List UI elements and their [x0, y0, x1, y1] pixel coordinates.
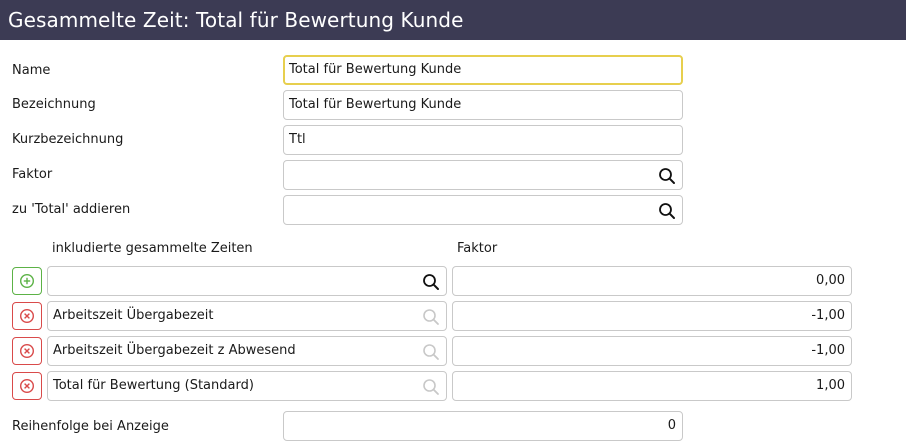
plus-circle-icon	[19, 273, 35, 289]
included-factor-field[interactable]: -1,00	[452, 301, 852, 331]
search-icon[interactable]	[422, 308, 440, 326]
search-icon[interactable]	[658, 202, 676, 220]
name-label: Name	[12, 63, 51, 78]
window-title: Gesammelte Zeit: Total für Bewertung Kun…	[0, 0, 906, 40]
remove-row-button[interactable]	[12, 337, 42, 365]
search-icon[interactable]	[658, 167, 676, 185]
search-icon[interactable]	[422, 343, 440, 361]
remove-row-button[interactable]	[12, 372, 42, 400]
bezeichnung-field[interactable]: Total für Bewertung Kunde	[283, 90, 683, 120]
included-time-value: Total für Bewertung (Standard)	[53, 378, 254, 393]
reihenfolge-label: Reihenfolge bei Anzeige	[12, 419, 169, 434]
x-circle-icon	[19, 343, 35, 359]
bezeichnung-label: Bezeichnung	[12, 97, 96, 112]
included-factor-column-header: Faktor	[457, 241, 498, 256]
x-circle-icon	[19, 378, 35, 394]
reihenfolge-value: 0	[667, 418, 676, 433]
new-included-time-lookup[interactable]	[47, 266, 447, 296]
included-factor-value: 1,00	[816, 378, 845, 393]
x-circle-icon	[19, 308, 35, 324]
kurzbezeichnung-label: Kurzbezeichnung	[12, 132, 124, 147]
search-icon[interactable]	[422, 273, 440, 291]
included-factor-field[interactable]: 1,00	[452, 371, 852, 401]
new-included-factor-value: 0,00	[816, 273, 845, 288]
zu-total-label: zu 'Total' addieren	[12, 202, 131, 217]
included-time-lookup[interactable]: Arbeitszeit Übergabezeit	[47, 301, 447, 331]
add-row-button[interactable]	[12, 267, 42, 295]
search-icon[interactable]	[422, 378, 440, 396]
remove-row-button[interactable]	[12, 302, 42, 330]
zu-total-lookup-field[interactable]	[283, 195, 683, 225]
included-time-value: Arbeitszeit Übergabezeit z Abwesend	[53, 343, 296, 358]
included-factor-value: -1,00	[811, 343, 845, 358]
bezeichnung-value: Total für Bewertung Kunde	[289, 97, 462, 112]
faktor-label: Faktor	[12, 167, 53, 182]
included-times-column-header: inkludierte gesammelte Zeiten	[52, 241, 253, 256]
reihenfolge-field[interactable]: 0	[283, 411, 683, 441]
included-time-lookup[interactable]: Arbeitszeit Übergabezeit z Abwesend	[47, 336, 447, 366]
included-time-lookup[interactable]: Total für Bewertung (Standard)	[47, 371, 447, 401]
kurzbezeichnung-field[interactable]: Ttl	[283, 125, 683, 155]
kurzbezeichnung-value: Ttl	[289, 132, 306, 147]
included-time-value: Arbeitszeit Übergabezeit	[53, 308, 214, 323]
name-field[interactable]: Total für Bewertung Kunde	[283, 55, 683, 85]
included-factor-field[interactable]: -1,00	[452, 336, 852, 366]
included-factor-value: -1,00	[811, 308, 845, 323]
faktor-lookup-field[interactable]	[283, 160, 683, 190]
new-included-factor-field[interactable]: 0,00	[452, 266, 852, 296]
name-value: Total für Bewertung Kunde	[289, 62, 462, 77]
